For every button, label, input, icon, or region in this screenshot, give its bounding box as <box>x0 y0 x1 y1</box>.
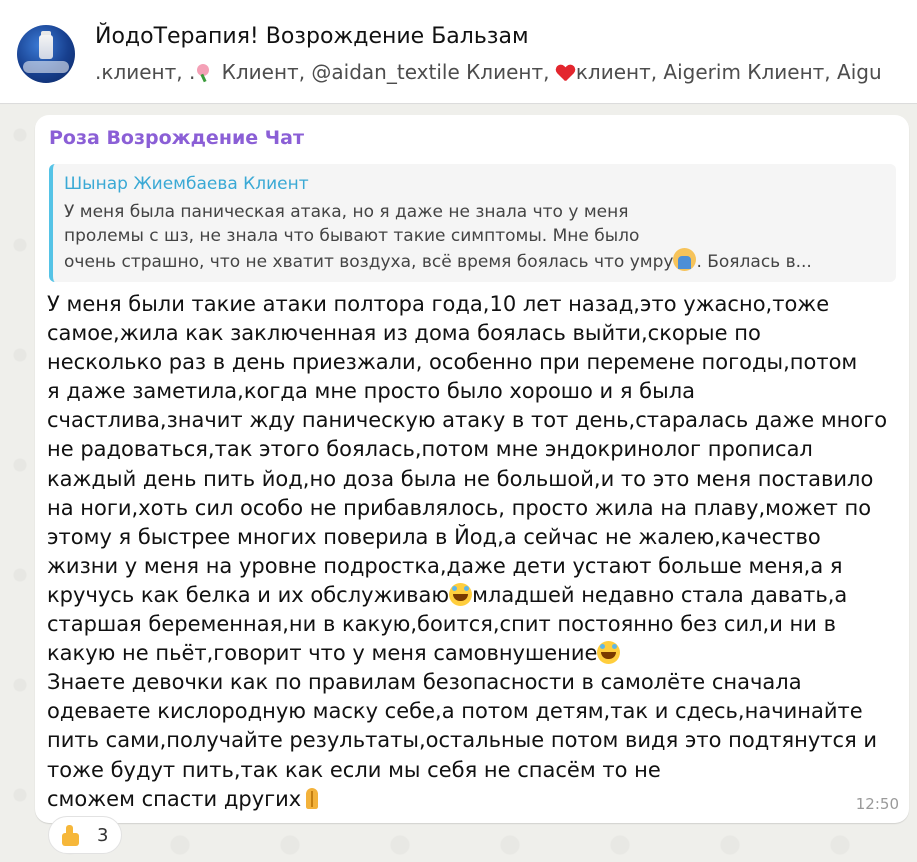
quote-author: Шынар Жиембаева Клиент <box>64 174 309 194</box>
flower-icon <box>195 64 213 82</box>
quote-line: пролемы с шз, не знала что бывают такие … <box>64 226 640 246</box>
group-avatar[interactable] <box>17 25 75 83</box>
quote-line: . Боялась в... <box>696 252 812 272</box>
laughing-icon <box>449 582 473 606</box>
praying-hands-icon <box>301 787 324 810</box>
chat-title[interactable]: ЙодоТерапия! Возрождение Бальзам <box>95 24 529 49</box>
thumbs-up-reaction[interactable]: 3 <box>48 816 122 854</box>
message-time: 12:50 <box>855 795 899 813</box>
heart-icon <box>556 64 574 82</box>
sender-name[interactable]: Роза Возрождение Чат <box>49 127 304 149</box>
bottle-shape <box>39 35 53 59</box>
message-text: У меня были такие атаки полтора года,10 … <box>47 290 897 814</box>
message-bubble[interactable]: Роза Возрождение Чат Шынар Жиембаева Кли… <box>35 115 909 823</box>
quote-line: У меня была паническая атака, но я даже … <box>64 202 629 222</box>
member-text: Клиент, @aidan_textile Клиент, <box>215 60 556 84</box>
laughing-icon <box>597 641 621 665</box>
chat-header[interactable]: ЙодоТерапия! Возрождение Бальзам .клиент… <box>0 0 917 104</box>
members-list: .клиент, . Клиент, @aidan_textile Клиент… <box>95 60 915 84</box>
thumbs-up-icon <box>58 824 82 848</box>
message-part: Знаете девочки как по правилам безопасно… <box>47 670 878 811</box>
reply-quote[interactable]: Шынар Жиембаева Клиент У меня была панич… <box>49 164 896 282</box>
person-icon <box>673 248 697 271</box>
quote-text: У меня была паническая атака, но я даже … <box>64 200 889 274</box>
reaction-count: 3 <box>97 825 109 846</box>
member-text: .клиент, . <box>95 60 196 84</box>
member-text: клиент, Aigerim Клиент, Aigu <box>575 60 882 84</box>
quote-line: очень страшно, что не хватит воздуха, вс… <box>64 252 674 272</box>
wave-shape <box>23 61 69 73</box>
message-part: У меня были такие атаки полтора года,10 … <box>47 292 888 607</box>
